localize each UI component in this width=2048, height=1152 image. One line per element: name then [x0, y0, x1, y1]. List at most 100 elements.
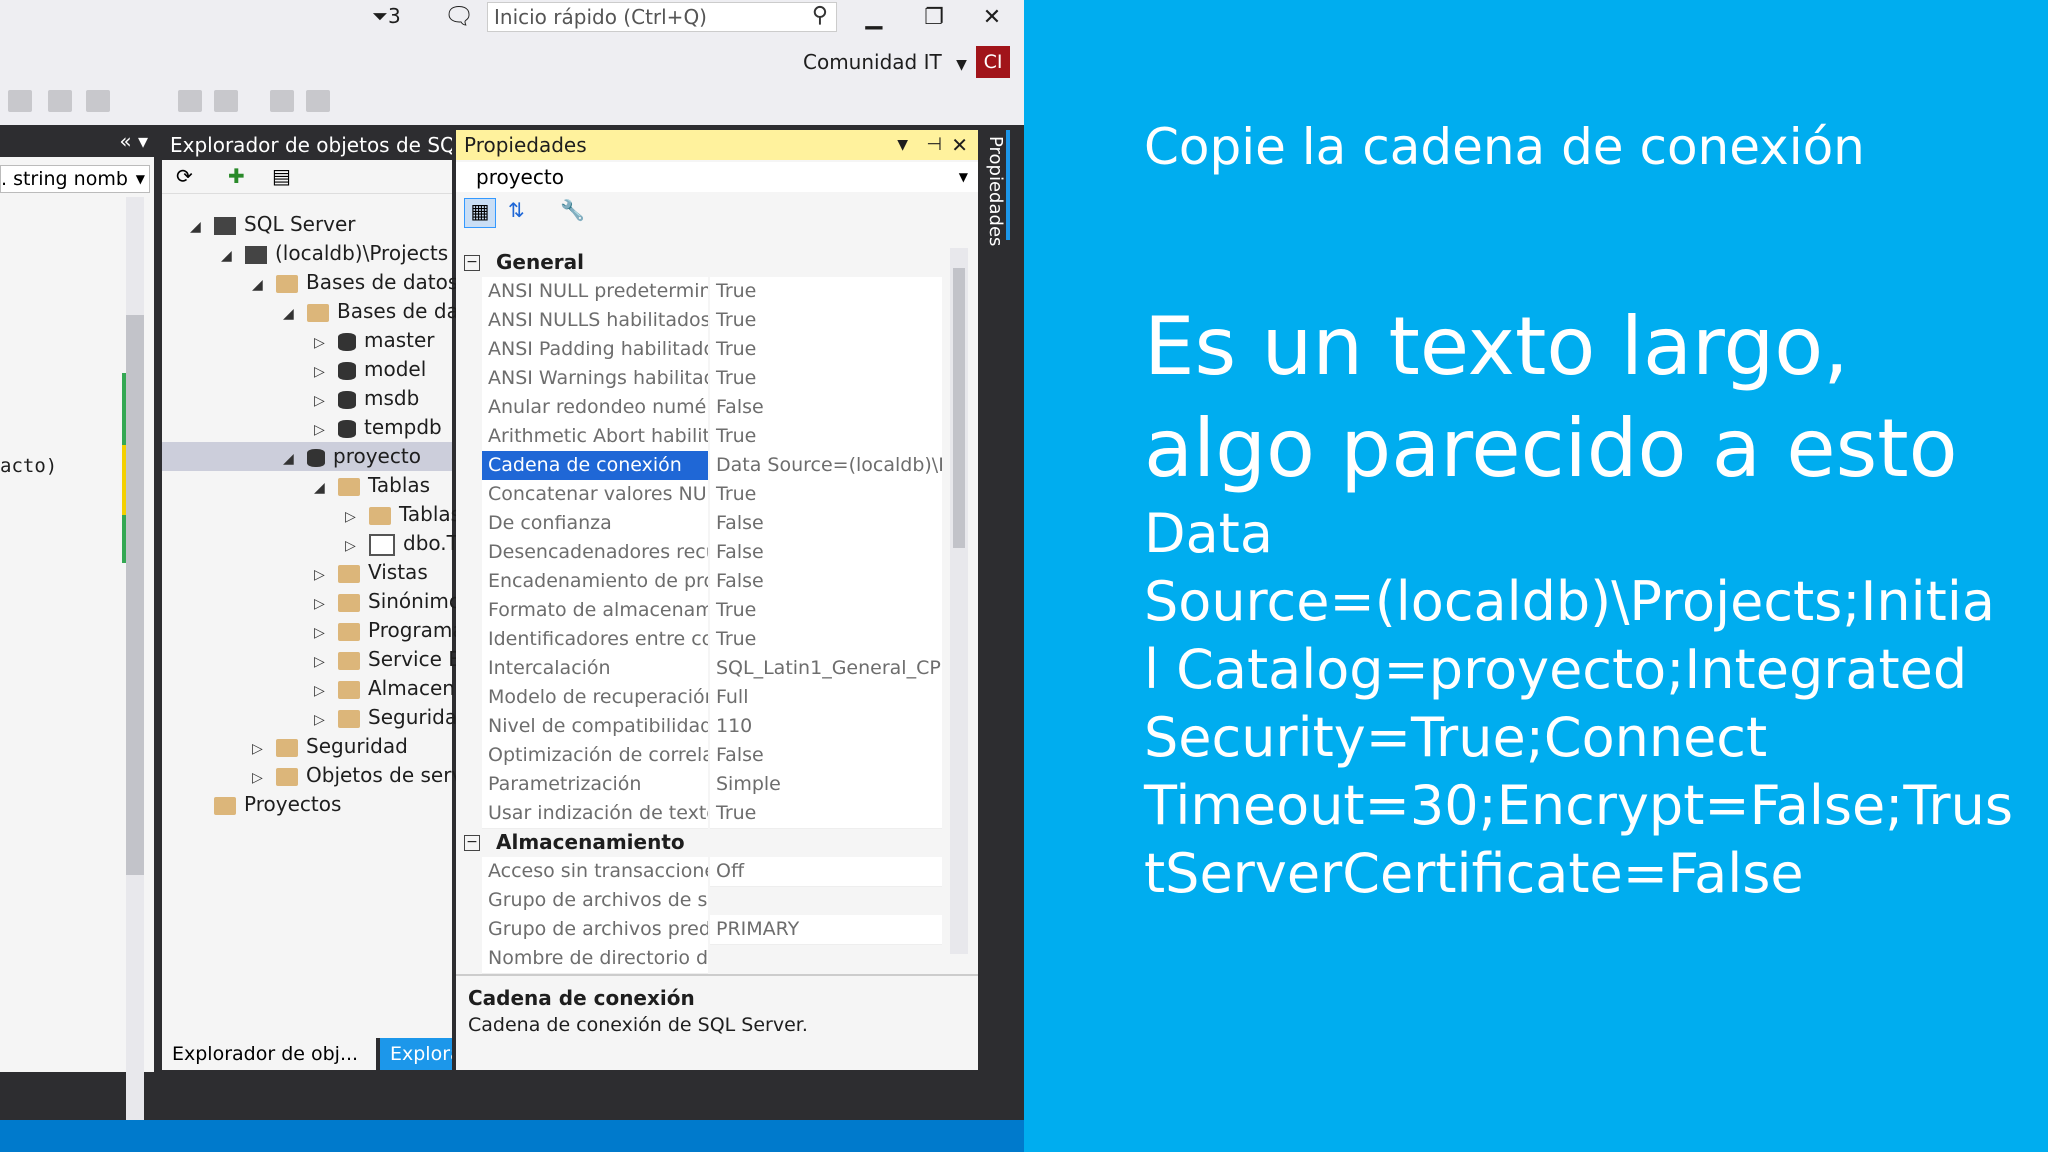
property-name[interactable]: Formato de almacenamiento [482, 596, 708, 626]
collapse-icon[interactable]: « ▾ [0, 125, 158, 157]
property-row[interactable]: Grupo de archivos de secuencia [456, 886, 948, 916]
property-pages-icon[interactable]: 🔧 [560, 198, 585, 222]
tree-node[interactable]: ◢ Bases de datos [162, 268, 458, 300]
properties-title[interactable]: Propiedades ▼ ⊣ ✕ [456, 130, 978, 160]
alphabetical-icon[interactable]: ⇅ [508, 198, 525, 222]
property-name[interactable]: Nivel de compatibilidad [482, 712, 708, 742]
property-value[interactable]: True [710, 625, 942, 655]
property-name[interactable]: Concatenar valores NULL [482, 480, 708, 510]
property-row[interactable]: Optimización de correlaciónFalse [456, 741, 948, 771]
expanded-arrow-icon[interactable]: ◢ [283, 445, 297, 474]
expanded-arrow-icon[interactable]: ◢ [190, 213, 204, 242]
collapsed-arrow-icon[interactable]: ▷ [314, 677, 328, 706]
pin-icon[interactable]: ⊣ [926, 130, 942, 160]
property-row[interactable]: Arithmetic Abort habilitadoTrue [456, 422, 948, 452]
property-value[interactable]: Full [710, 683, 942, 713]
property-value[interactable]: False [710, 509, 942, 539]
property-name[interactable]: ANSI NULLS habilitados [482, 306, 708, 336]
collapse-icon[interactable]: − [464, 835, 480, 851]
property-row[interactable]: Cadena de conexión Data Source=(localdb)\… [456, 451, 948, 481]
property-name[interactable]: Modelo de recuperación [482, 683, 708, 713]
expanded-arrow-icon[interactable]: ◢ [252, 271, 266, 300]
tree-node[interactable]: ▷ dbo.Table [162, 529, 498, 558]
property-name[interactable]: Nombre de directorio de secuencia [482, 944, 708, 974]
property-row[interactable]: ANSI Warnings habilitado True [456, 364, 948, 394]
sql-icon[interactable] [8, 90, 32, 112]
tree-node[interactable]: Proyectos [162, 790, 452, 819]
chevron-down-icon[interactable]: ▼ [897, 130, 908, 160]
property-value[interactable]: PRIMARY [710, 915, 942, 945]
property-row[interactable]: ANSI NULLS habilitados True [456, 306, 948, 336]
property-row[interactable]: Acceso sin transacciones Off [456, 857, 948, 887]
property-row[interactable]: Desencadenadores recursivosFalse [456, 538, 948, 568]
member-combo[interactable]: . string nomb ▼ [0, 165, 150, 193]
property-value[interactable]: False [710, 538, 942, 568]
new-query-icon[interactable]: ✚ [228, 164, 245, 188]
property-value[interactable]: True [710, 480, 942, 510]
properties-icon[interactable]: ▤ [272, 164, 291, 188]
property-name[interactable]: Usar indización de texto [482, 799, 708, 829]
avatar[interactable]: CI [976, 46, 1010, 78]
property-row[interactable]: De confianza False [456, 509, 948, 539]
property-category[interactable]: − General [456, 248, 948, 277]
tree-node[interactable]: ▷ Almacenamiento [162, 674, 537, 706]
tab-other-explorer[interactable]: Explorador [380, 1038, 452, 1070]
tree-node[interactable]: ▷Tablas del sistema [162, 500, 583, 529]
expanded-arrow-icon[interactable]: ◢ [283, 300, 297, 329]
tree-node[interactable]: ◢Bases de datos del sistema [162, 297, 611, 329]
collapsed-arrow-icon[interactable]: ▷ [252, 764, 266, 793]
property-scrollbar[interactable] [950, 248, 968, 954]
property-name[interactable]: Encadenamiento de propiedad [482, 567, 708, 597]
restore-button[interactable]: ❐ [910, 2, 958, 34]
expanded-arrow-icon[interactable]: ◢ [221, 242, 235, 271]
property-row[interactable]: Nombre de directorio de secuencia [456, 944, 948, 974]
collapsed-arrow-icon[interactable]: ▷ [314, 590, 328, 619]
property-row[interactable]: Identificadores entre comillasTrue [456, 625, 948, 655]
property-value[interactable]: True [710, 596, 942, 626]
tree-node[interactable]: ▷ msdb [162, 384, 452, 413]
account-menu[interactable]: Comunidad IT ▼ [803, 50, 967, 74]
tab-object-explorer[interactable]: Explorador de obj... [162, 1038, 376, 1070]
property-name[interactable]: Desencadenadores recursivos [482, 538, 708, 568]
grid-icon[interactable] [86, 90, 110, 112]
property-name[interactable]: Anular redondeo numérico [482, 393, 708, 423]
align-icon[interactable] [178, 90, 202, 112]
property-row[interactable]: Formato de almacenamientoTrue [456, 596, 948, 626]
tree-node[interactable]: ◢ proyecto [162, 442, 452, 471]
property-name[interactable]: Grupo de archivos predeterminado [482, 915, 708, 945]
property-row[interactable]: Grupo de archivos predeterminadoPRIMARY [456, 915, 948, 945]
property-value[interactable]: True [710, 335, 942, 365]
property-name[interactable]: Intercalación [482, 654, 708, 684]
property-value[interactable]: Simple [710, 770, 942, 800]
property-row[interactable]: Nivel de compatibilidad 110 [456, 712, 948, 742]
property-value[interactable]: 110 [710, 712, 942, 742]
categorized-icon[interactable]: ▦ [464, 198, 496, 228]
filter-notification[interactable]: ⏷3 [372, 4, 401, 28]
minimize-button[interactable]: ▁ [850, 2, 898, 34]
property-name[interactable]: Arithmetic Abort habilitado [482, 422, 708, 452]
property-row[interactable]: Concatenar valores NULL True [456, 480, 948, 510]
tree-node[interactable]: ▷ Service Broker [162, 645, 513, 677]
tree-node[interactable]: ◢ SQL Server [162, 210, 452, 239]
collapsed-arrow-icon[interactable]: ▷ [314, 706, 328, 735]
tree-node[interactable]: ▷ Seguridad [162, 703, 470, 735]
property-name[interactable]: Acceso sin transacciones [482, 857, 708, 887]
collapsed-arrow-icon[interactable]: ▷ [314, 648, 328, 677]
tree-node[interactable]: ▷ Objetos de servidor [162, 761, 502, 793]
property-value[interactable] [710, 886, 942, 887]
property-row[interactable]: Parametrización Simple [456, 770, 948, 800]
property-name[interactable]: Grupo de archivos de secuencia [482, 886, 708, 916]
collapsed-arrow-icon[interactable]: ▷ [314, 387, 328, 416]
property-name[interactable]: ANSI NULL predeterminado [482, 277, 708, 307]
property-value[interactable]: True [710, 277, 942, 307]
expanded-arrow-icon[interactable]: ◢ [314, 474, 328, 503]
property-value[interactable]: Off [710, 857, 942, 887]
tree-node[interactable]: ▷ model [162, 355, 452, 384]
property-row[interactable]: ANSI NULL predeterminadoTrue [456, 277, 948, 307]
collapsed-arrow-icon[interactable]: ▷ [314, 619, 328, 648]
property-row[interactable]: Intercalación SQL_Latin1_General_CP1 [456, 654, 948, 684]
property-name[interactable]: ANSI Warnings habilitado [482, 364, 708, 394]
tree-node[interactable]: ▷ master [162, 326, 452, 355]
property-category[interactable]: − Almacenamiento [456, 828, 948, 857]
tree-node[interactable]: ▷ Programación [162, 616, 506, 648]
